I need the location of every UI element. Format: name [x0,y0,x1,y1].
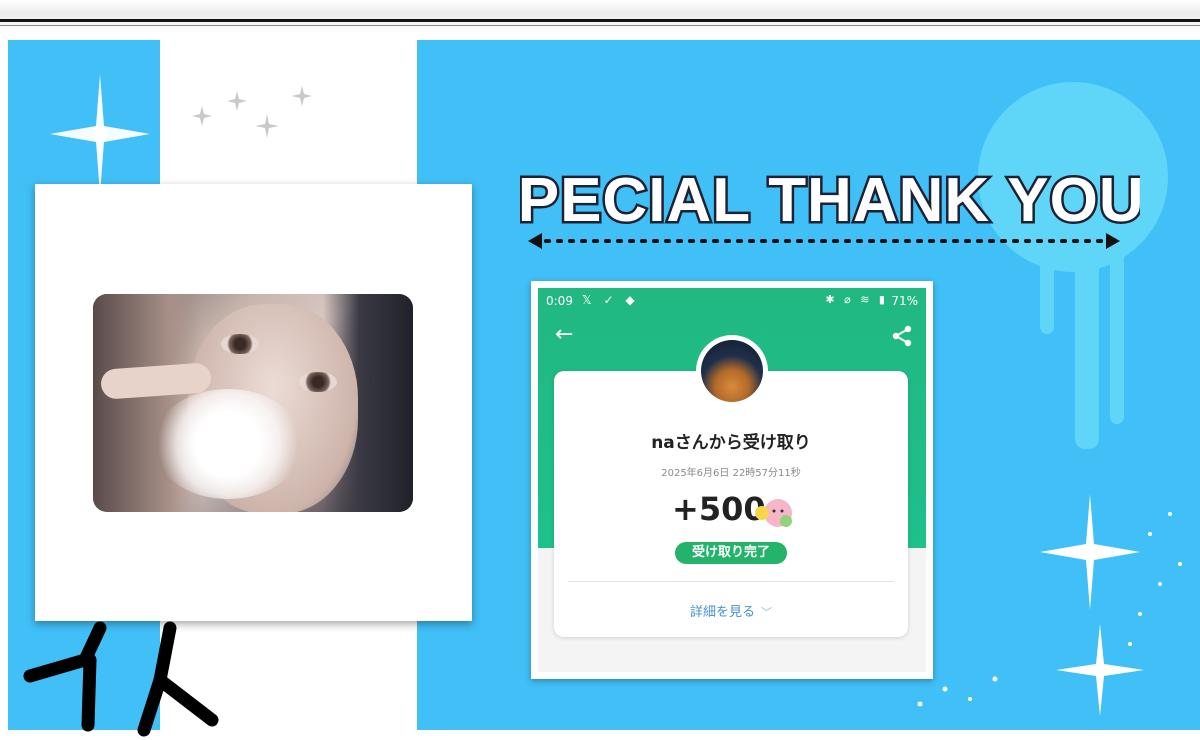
photo-eye [299,372,337,392]
sparkle-icon [1040,494,1182,716]
status-time: 0:09 [546,294,573,308]
receipt-amount: +500 [672,490,766,528]
phone-screenshot: 0:09 𝕏 ✓ ◆ ✱ ⌀ ≋ ▮ 71% ← naさんから受け取り 2025… [531,281,933,679]
share-icon[interactable] [890,324,914,348]
banner-title: SPECIAL THANK YOU [520,166,1140,235]
back-arrow-icon[interactable]: ← [555,322,573,347]
battery-level: 71% [891,294,918,308]
banner-title-graphic: SPECIAL THANK YOU [520,164,1140,249]
top-border-line [0,19,1200,22]
photo-card [35,184,472,621]
photo-eye [221,334,259,354]
receipt-card: naさんから受け取り 2025年6月6日 22時57分11秒 +500 受け取り… [554,371,908,637]
status-bar: 0:09 𝕏 ✓ ◆ ✱ ⌀ ≋ ▮ 71% [538,288,926,314]
view-details-label: 詳細を見る [689,605,755,620]
portrait-photo [93,294,413,512]
received-complete-badge: 受け取り完了 [675,542,787,564]
graphic-canvas: SPECIAL THANK YOU 0:09 𝕏 ✓ ◆ ✱ ⌀ ≋ ▮ 71%… [0,34,1200,737]
avatar [696,335,768,407]
sparkle-cluster-icon [192,86,312,138]
mascot-icon [755,499,792,527]
system-icons: ✱ ⌀ ≋ ▮ [825,293,888,306]
face-blur [153,389,303,499]
card-divider [568,581,894,582]
chevron-down-icon: ﹀ [761,606,772,619]
phone-screen: 0:09 𝕏 ✓ ◆ ✱ ⌀ ≋ ▮ 71% ← naさんから受け取り 2025… [538,288,926,672]
receipt-date: 2025年6月6日 22時57分11秒 [661,468,801,479]
top-border-line-thin [0,25,1200,26]
view-details-link[interactable]: 詳細を見る ﹀ [554,601,908,620]
avatar-image [701,340,763,402]
top-frame-border [0,0,1200,34]
notification-icons: 𝕏 ✓ ◆ [582,293,639,307]
sparkle-icon [50,74,150,194]
black-legs-graphic [23,621,219,737]
receipt-title: naさんから受け取り [651,433,811,453]
